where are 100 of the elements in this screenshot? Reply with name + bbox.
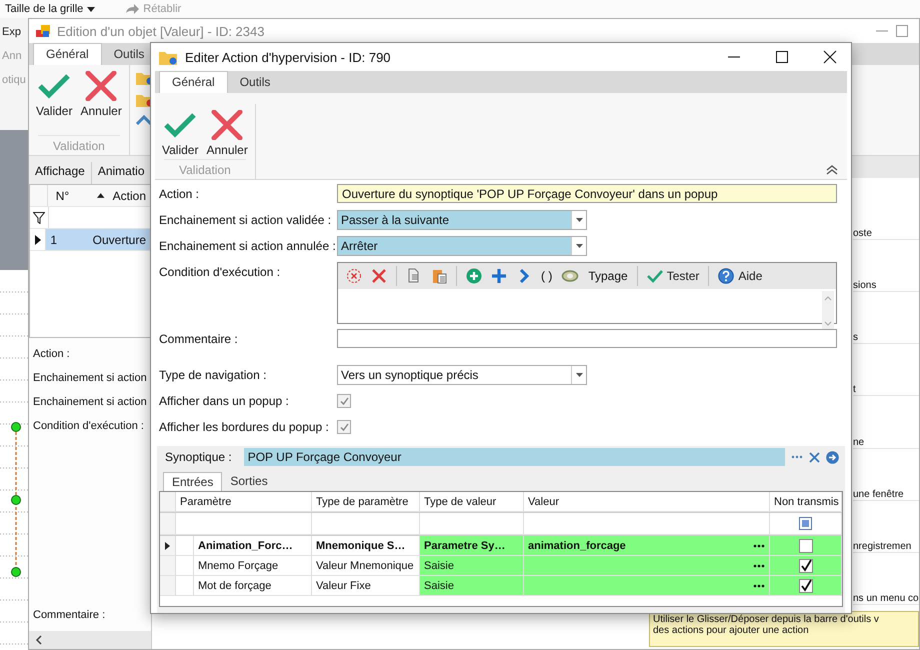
synoptic-field[interactable]: POP UP Forçage Convoyeur [244,448,785,466]
horizontal-scrollbar[interactable] [29,631,151,649]
filter-cell[interactable] [312,513,420,535]
list-item[interactable]: t [853,384,919,396]
test-button[interactable]: Tester [646,269,700,283]
column-header[interactable]: Action [108,188,150,202]
scroll-left-icon[interactable] [35,635,43,645]
field-label: Type de navigation : [159,367,268,382]
cross-icon [83,71,120,101]
filter-icon[interactable] [33,212,45,224]
table-cell: Parametre Sy… [420,536,524,556]
table-cell: animation_forcage [528,540,626,552]
field-label: Enchainement si action annulée : [159,238,337,253]
dropdown-field[interactable]: Vers un synoptique précis [337,365,587,385]
list-item[interactable]: sions [853,280,919,292]
ellipsis-button[interactable] [753,564,765,568]
window-title: Editer Action d'hypervision - ID: 790 [185,50,391,64]
link-icon[interactable] [561,268,580,284]
list-item[interactable]: s [853,332,919,344]
maximize-button[interactable] [775,50,789,64]
toolbar-item[interactable]: Taille de la grille [5,3,84,15]
collapse-ribbon-button[interactable] [825,165,839,175]
tab[interactable]: Sorties [222,472,276,491]
table-cell [176,556,194,576]
table-cell: Mnemo Forçage [194,556,312,576]
field-label: Enchainement si action validée : [159,212,332,227]
list-item[interactable]: une fenêtre [853,488,919,501]
column-header[interactable]: Non transmis [770,492,842,512]
folder-icon [159,50,177,64]
checkbox[interactable] [798,578,812,592]
window-title: Edition d'un objet [Valeur] - ID: 2343 [57,24,264,38]
list-item[interactable]: ne [853,436,919,449]
cross-icon [209,110,246,140]
go-button[interactable] [826,450,839,464]
toolbar-button[interactable]: Typage [588,269,628,283]
list-item[interactable]: oste [853,228,919,240]
column-header[interactable]: Paramètre [176,492,312,512]
clear-button[interactable] [809,452,820,462]
help-button[interactable]: Aide [718,268,762,284]
field-label: Condition d'exécution : [159,264,282,279]
toolbar-label: Ann [2,50,22,62]
plus-icon[interactable] [491,268,507,284]
hint-text: Utiliser le Glisser/Déposer depuis la barre d'outils v [653,614,880,625]
hint-text: des actions pour ajouter une action [653,625,810,636]
table-cell [176,536,194,556]
text-field[interactable]: Ouverture du synoptique 'POP UP Forçage Convoyeur' dans un popup [337,184,837,203]
filter-cell[interactable] [420,513,524,535]
group-label: Validation [164,159,246,177]
list-item[interactable]: ns un menu co [853,592,919,605]
up-icon[interactable] [136,115,152,125]
dropdown-field[interactable]: Passer à la suivante [337,210,587,230]
filter-cell[interactable] [524,513,770,535]
row-header-cell[interactable] [160,536,176,556]
field-label: Synoptique : [164,450,233,464]
app-icon [35,23,51,39]
add-icon[interactable] [466,268,482,284]
filter-cell[interactable] [176,513,312,535]
checkbox[interactable] [798,558,812,572]
delete-icon[interactable] [371,268,387,284]
dropdown-field[interactable]: Arrêter [337,236,587,256]
paste-icon[interactable] [431,268,447,284]
column-header[interactable]: N° [52,188,94,202]
list-item[interactable]: nregistremen [853,540,919,553]
validate-button[interactable]: Valider [33,69,76,135]
field-label: Action : [159,186,200,201]
caret-icon [576,373,582,377]
check-icon [646,269,663,283]
check-icon [36,71,72,101]
column-header[interactable]: Type de valeur [420,492,524,512]
ellipsis-button[interactable] [753,544,765,548]
ribbon-tab[interactable]: Général [159,71,228,93]
sort-icon [97,193,105,198]
row-indicator-icon [34,234,41,244]
field-label: Commentaire : [33,609,106,621]
validate-button[interactable]: Valider [159,108,202,159]
column-header[interactable]: Valeur [524,492,770,512]
field-label: Condition d'exécution : [33,420,145,432]
row-header-cell[interactable] [160,556,176,576]
cancel-button[interactable]: Annuler [77,69,125,135]
grid-row[interactable]: 1 Ouverture [30,229,150,251]
toolbar-label: Exp [2,26,21,38]
field-label: Enchainement si action [33,372,147,384]
text-field[interactable] [337,329,837,348]
column-header[interactable]: Type de paramètre [312,492,420,512]
row-header-cell[interactable] [160,576,176,596]
vertical-scrollbar[interactable] [822,291,834,331]
ribbon-tab[interactable]: Outils [228,72,282,93]
close-button[interactable] [823,50,837,64]
table-cell: 1 [46,229,89,250]
tab[interactable]: Entrées [163,472,222,491]
filter-checkbox[interactable] [799,517,812,530]
table-cell: Saisie [420,556,524,576]
clear-icon[interactable] [346,268,362,284]
ellipsis-button[interactable] [753,584,765,588]
checkbox[interactable] [798,538,812,552]
toolbar-label: otiqu [2,74,26,86]
ribbon-tab[interactable]: Général [33,43,102,65]
cancel-button[interactable]: Annuler [203,108,251,159]
field-label: Afficher les bordures du popup : [159,419,330,434]
toolbar-button[interactable]: ( ) [541,269,552,283]
